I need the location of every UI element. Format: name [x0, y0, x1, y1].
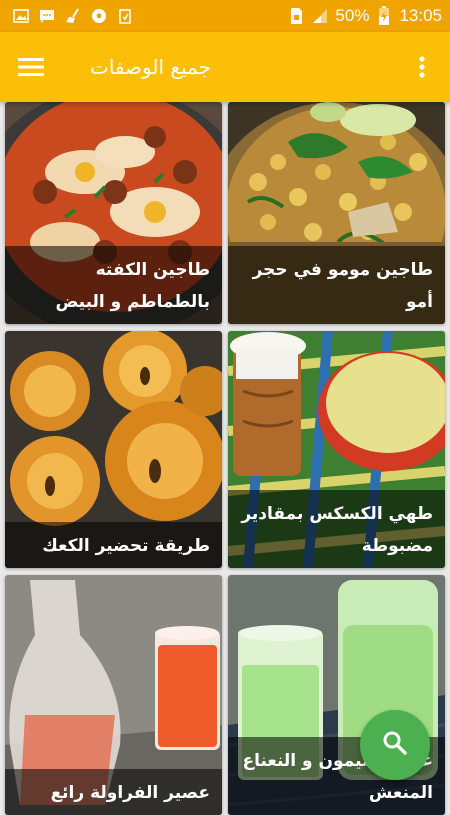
page-title: جميع الوصفات	[90, 55, 211, 79]
recipe-card[interactable]: طهي الكسكس بمقادير مضبوطة	[228, 331, 445, 568]
gallery-icon	[12, 7, 30, 25]
recipe-card[interactable]: عصير الليمون و النعناع المنعش	[228, 575, 445, 815]
more-vertical-icon[interactable]	[394, 32, 450, 102]
recipe-card[interactable]: طاجين الكفته بالطماطم و البيض	[5, 102, 222, 324]
clock: 13:05	[399, 6, 442, 25]
recipe-grid: طاجين مومو في حجر أمو طاجين الكفته بالطم…	[0, 102, 450, 815]
recipe-title: طريقة تحضير الكعك	[5, 522, 222, 568]
clipboard-icon	[116, 7, 134, 25]
status-bar: 50% 13:05	[0, 0, 450, 32]
signal-icon	[311, 7, 329, 25]
battery-icon	[375, 6, 393, 25]
recipe-card[interactable]: عصير الفراولة رائع	[5, 575, 222, 815]
search-fab-button[interactable]	[360, 710, 430, 780]
search-icon	[382, 730, 408, 760]
recipe-title: طهي الكسكس بمقادير مضبوطة	[228, 490, 445, 568]
app-bar: جميع الوصفات	[0, 32, 450, 102]
recipe-card[interactable]: طريقة تحضير الكعك	[5, 331, 222, 568]
hamburger-menu-icon[interactable]	[0, 32, 62, 102]
battery-percent: 50%	[335, 6, 370, 25]
sim-icon	[287, 7, 305, 25]
recipe-card[interactable]: طاجين مومو في حجر أمو	[228, 102, 445, 324]
recipe-title: طاجين مومو في حجر أمو	[228, 246, 445, 324]
recipe-title: عصير الفراولة رائع	[5, 769, 222, 815]
message-icon	[38, 7, 56, 25]
soccer-icon	[90, 7, 108, 25]
broom-icon	[64, 7, 82, 25]
recipe-title: طاجين الكفته بالطماطم و البيض	[5, 246, 222, 324]
